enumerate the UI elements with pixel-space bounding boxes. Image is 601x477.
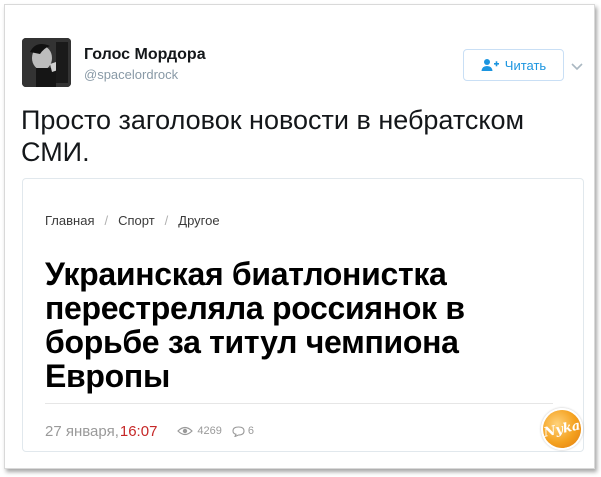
avatar-photo-icon <box>22 38 71 87</box>
views-count: 4269 <box>177 425 222 437</box>
tweet-text: Просто заголовок новости в небратском СМ… <box>21 105 525 167</box>
article-date: 27 января, <box>45 422 119 440</box>
breadcrumb: Главная / Спорт / Другое <box>45 213 220 228</box>
watermark-text: Nyka <box>542 417 582 441</box>
tweet-card: Голос Мордора @spacelordrock Читать Прос… <box>4 4 595 469</box>
quoted-article-card[interactable]: Главная / Спорт / Другое Украинская биат… <box>22 178 584 452</box>
breadcrumb-separator: / <box>104 213 109 228</box>
article-headline[interactable]: Украинская биатлонистка перестреляла рос… <box>45 257 565 393</box>
comments-value: 6 <box>247 425 255 437</box>
article-meta: 27 января, 16:07 4269 6 <box>45 422 254 440</box>
breadcrumb-item-home[interactable]: Главная <box>45 213 94 228</box>
comment-bubble-icon <box>232 425 245 437</box>
follow-button-label: Читать <box>504 57 547 73</box>
chevron-down-icon[interactable] <box>570 58 584 71</box>
breadcrumb-separator: / <box>164 213 169 228</box>
follow-person-plus-icon <box>481 58 499 72</box>
eye-icon <box>177 426 194 436</box>
follow-button[interactable]: Читать <box>463 49 564 81</box>
breadcrumb-item-other[interactable]: Другое <box>178 213 219 228</box>
breadcrumb-item-sport[interactable]: Спорт <box>118 213 155 228</box>
display-name[interactable]: Голос Мордора <box>84 46 206 64</box>
username[interactable]: @spacelordrock <box>84 67 178 82</box>
views-value: 4269 <box>197 425 222 437</box>
article-time: 16:07 <box>119 422 158 440</box>
avatar[interactable] <box>22 38 71 87</box>
comments-count[interactable]: 6 <box>232 425 254 437</box>
divider <box>45 403 553 404</box>
